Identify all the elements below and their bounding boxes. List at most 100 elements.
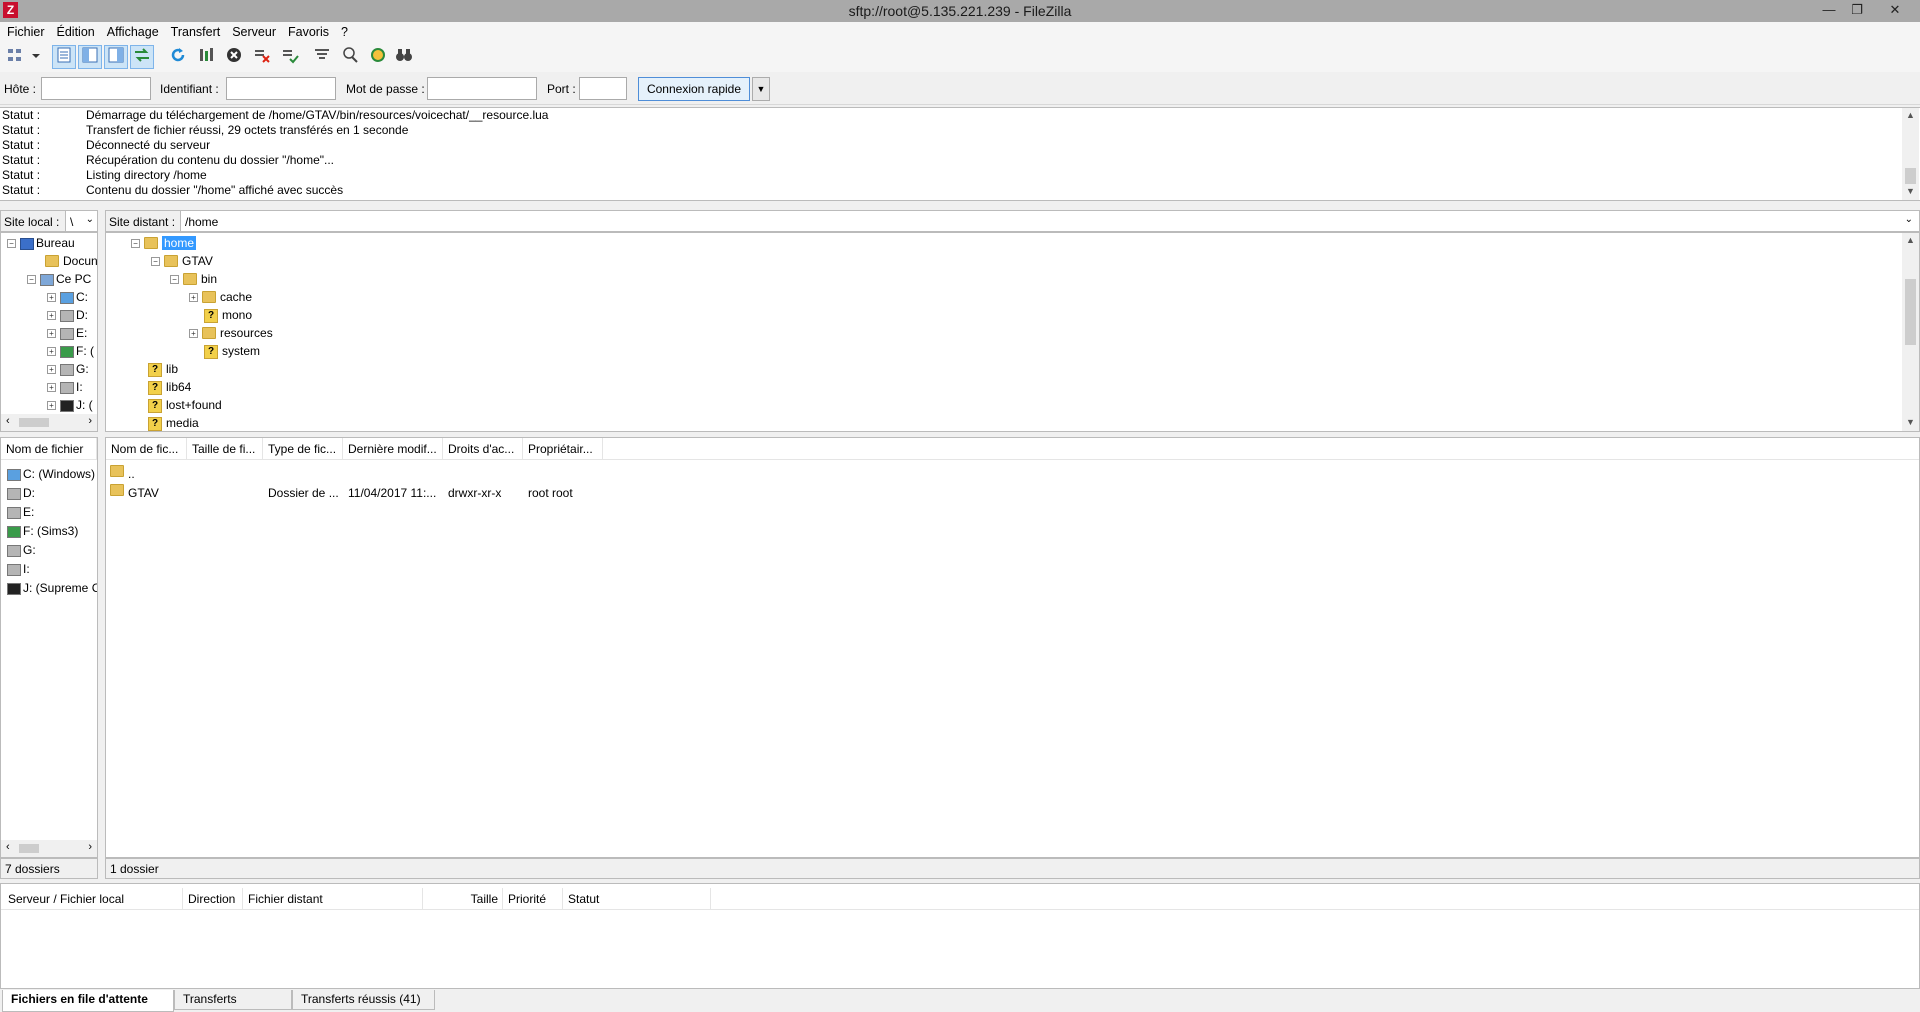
- scroll-thumb[interactable]: [1905, 168, 1916, 184]
- tab-successful-transfers[interactable]: Transferts réussis (41): [292, 990, 435, 1010]
- menu-fichier[interactable]: Fichier: [0, 22, 50, 39]
- tree-node-gtav[interactable]: − GTAV: [151, 252, 213, 270]
- transfer-queue[interactable]: Serveur / Fichier local Direction Fichie…: [0, 883, 1920, 989]
- tree-node[interactable]: + E:: [47, 324, 87, 342]
- list-item[interactable]: D:: [7, 484, 35, 503]
- cancel-operation-icon[interactable]: [222, 45, 246, 69]
- tab-failed-transfers[interactable]: Transferts échoués: [174, 990, 292, 1012]
- reconnect-icon[interactable]: [278, 45, 302, 69]
- search-icon[interactable]: [338, 45, 362, 69]
- menu-favoris[interactable]: Favoris: [281, 22, 334, 39]
- collapse-icon[interactable]: −: [131, 239, 140, 249]
- local-tree[interactable]: − Bureau Docun − Ce PC + C: + D: + E: + F: ( +…: [0, 232, 98, 432]
- tree-node[interactable]: + C:: [47, 288, 88, 306]
- tree-node[interactable]: − Bureau: [7, 234, 75, 252]
- col-status[interactable]: Statut: [563, 888, 711, 910]
- tree-node-media[interactable]: ? media: [148, 414, 199, 431]
- maximize-button[interactable]: ❐: [1842, 0, 1872, 20]
- tree-node-system[interactable]: ? system: [204, 342, 260, 360]
- col-filetype[interactable]: Type de fic...: [263, 438, 343, 460]
- col-permissions[interactable]: Droits d'ac...: [443, 438, 523, 460]
- scroll-up-icon[interactable]: ▲: [1902, 235, 1919, 245]
- remote-file-list[interactable]: Nom de fic... Taille de fi... Type de fi…: [105, 437, 1920, 858]
- col-filename[interactable]: Nom de fichier: [1, 438, 97, 460]
- scroll-down-icon[interactable]: ▼: [1902, 417, 1919, 427]
- tree-node[interactable]: + J: (: [47, 396, 93, 414]
- tree-node[interactable]: Docun: [45, 252, 97, 270]
- local-path-input[interactable]: \ ⌄: [65, 210, 98, 232]
- col-size[interactable]: Taille: [423, 888, 503, 910]
- menu-edition[interactable]: Édition: [50, 22, 100, 39]
- list-item[interactable]: I:: [7, 560, 30, 579]
- scroll-thumb[interactable]: [1905, 279, 1916, 345]
- col-priority[interactable]: Priorité: [503, 888, 563, 910]
- scroll-left-icon[interactable]: ‹: [6, 841, 10, 853]
- tree-node-lost-found[interactable]: ? lost+found: [148, 396, 222, 414]
- collapse-icon[interactable]: −: [27, 275, 36, 285]
- tree-node[interactable]: + F: (: [47, 342, 94, 360]
- col-local-file[interactable]: Serveur / Fichier local: [3, 888, 183, 910]
- port-input[interactable]: [579, 77, 627, 100]
- user-input[interactable]: [226, 77, 336, 100]
- directory-listing-filters-icon[interactable]: [310, 45, 334, 69]
- menu-help[interactable]: ?: [334, 22, 353, 39]
- list-item[interactable]: F: (Sims3): [7, 522, 78, 541]
- tree-node-resources[interactable]: + resources: [189, 324, 273, 342]
- expand-icon[interactable]: +: [47, 401, 56, 411]
- tree-node[interactable]: + G:: [47, 360, 89, 378]
- table-row[interactable]: ..: [106, 465, 1919, 484]
- col-owner[interactable]: Propriétair...: [523, 438, 603, 460]
- local-file-list[interactable]: Nom de fichier C: (Windows) D: E: F: (Si…: [0, 437, 98, 858]
- tree-node-bin[interactable]: − bin: [170, 270, 217, 288]
- expand-icon[interactable]: +: [47, 293, 56, 303]
- site-manager-icon[interactable]: [4, 45, 42, 69]
- remote-tree[interactable]: − home − GTAV − bin + cache ? mono + resources…: [105, 232, 1920, 432]
- disconnect-icon[interactable]: [250, 45, 274, 69]
- list-item[interactable]: J: (Supreme Cc: [7, 579, 97, 598]
- toggle-queue-icon[interactable]: [130, 45, 154, 69]
- remote-path-input[interactable]: /home ⌄: [180, 210, 1920, 232]
- tree-node-lib[interactable]: ? lib: [148, 360, 178, 378]
- refresh-icon[interactable]: [166, 45, 190, 69]
- scroll-thumb[interactable]: [19, 418, 49, 427]
- menu-affichage[interactable]: Affichage: [100, 22, 164, 39]
- list-item[interactable]: E:: [7, 503, 34, 522]
- tree-node[interactable]: + D:: [47, 306, 88, 324]
- scroll-right-icon[interactable]: ›: [88, 415, 92, 427]
- sync-browse-icon[interactable]: [366, 45, 390, 69]
- quickconnect-button[interactable]: Connexion rapide: [638, 77, 750, 101]
- minimize-button[interactable]: —: [1814, 0, 1844, 20]
- toggle-local-tree-icon[interactable]: [78, 45, 102, 69]
- host-input[interactable]: [41, 77, 151, 100]
- menu-transfert[interactable]: Transfert: [164, 22, 226, 39]
- collapse-icon[interactable]: −: [7, 239, 16, 249]
- collapse-icon[interactable]: −: [151, 257, 160, 267]
- expand-icon[interactable]: +: [189, 329, 198, 339]
- toggle-log-icon[interactable]: [52, 45, 76, 69]
- col-remote-file[interactable]: Fichier distant: [243, 888, 423, 910]
- password-input[interactable]: [427, 77, 537, 100]
- process-queue-icon[interactable]: [194, 45, 218, 69]
- list-item[interactable]: G:: [7, 541, 36, 560]
- chevron-down-icon[interactable]: ⌄: [1905, 214, 1913, 225]
- tree-node[interactable]: − Ce PC: [27, 270, 91, 288]
- quickconnect-dropdown-icon[interactable]: ▼: [752, 77, 770, 101]
- expand-icon[interactable]: +: [47, 365, 56, 375]
- menu-serveur[interactable]: Serveur: [225, 22, 281, 39]
- tab-queued-files[interactable]: Fichiers en file d'attente: [2, 990, 174, 1012]
- log-scrollbar[interactable]: ▲ ▼: [1902, 108, 1919, 200]
- tree-node-lib64[interactable]: ? lib64: [148, 378, 191, 396]
- tree-node[interactable]: + I:: [47, 378, 83, 396]
- collapse-icon[interactable]: −: [170, 275, 179, 285]
- col-modified[interactable]: Dernière modif...: [343, 438, 443, 460]
- scroll-left-icon[interactable]: ‹: [6, 415, 10, 427]
- expand-icon[interactable]: +: [189, 293, 198, 303]
- local-tree-hscrollbar[interactable]: ‹ ›: [1, 414, 97, 431]
- binoculars-icon[interactable]: [392, 45, 416, 69]
- tree-node-cache[interactable]: + cache: [189, 288, 252, 306]
- col-filesize[interactable]: Taille de fi...: [187, 438, 263, 460]
- expand-icon[interactable]: +: [47, 347, 56, 357]
- tree-node-home[interactable]: − home: [131, 234, 197, 252]
- scroll-down-icon[interactable]: ▼: [1902, 186, 1919, 196]
- message-log[interactable]: Statut : Démarrage du téléchargement de /…: [0, 107, 1920, 201]
